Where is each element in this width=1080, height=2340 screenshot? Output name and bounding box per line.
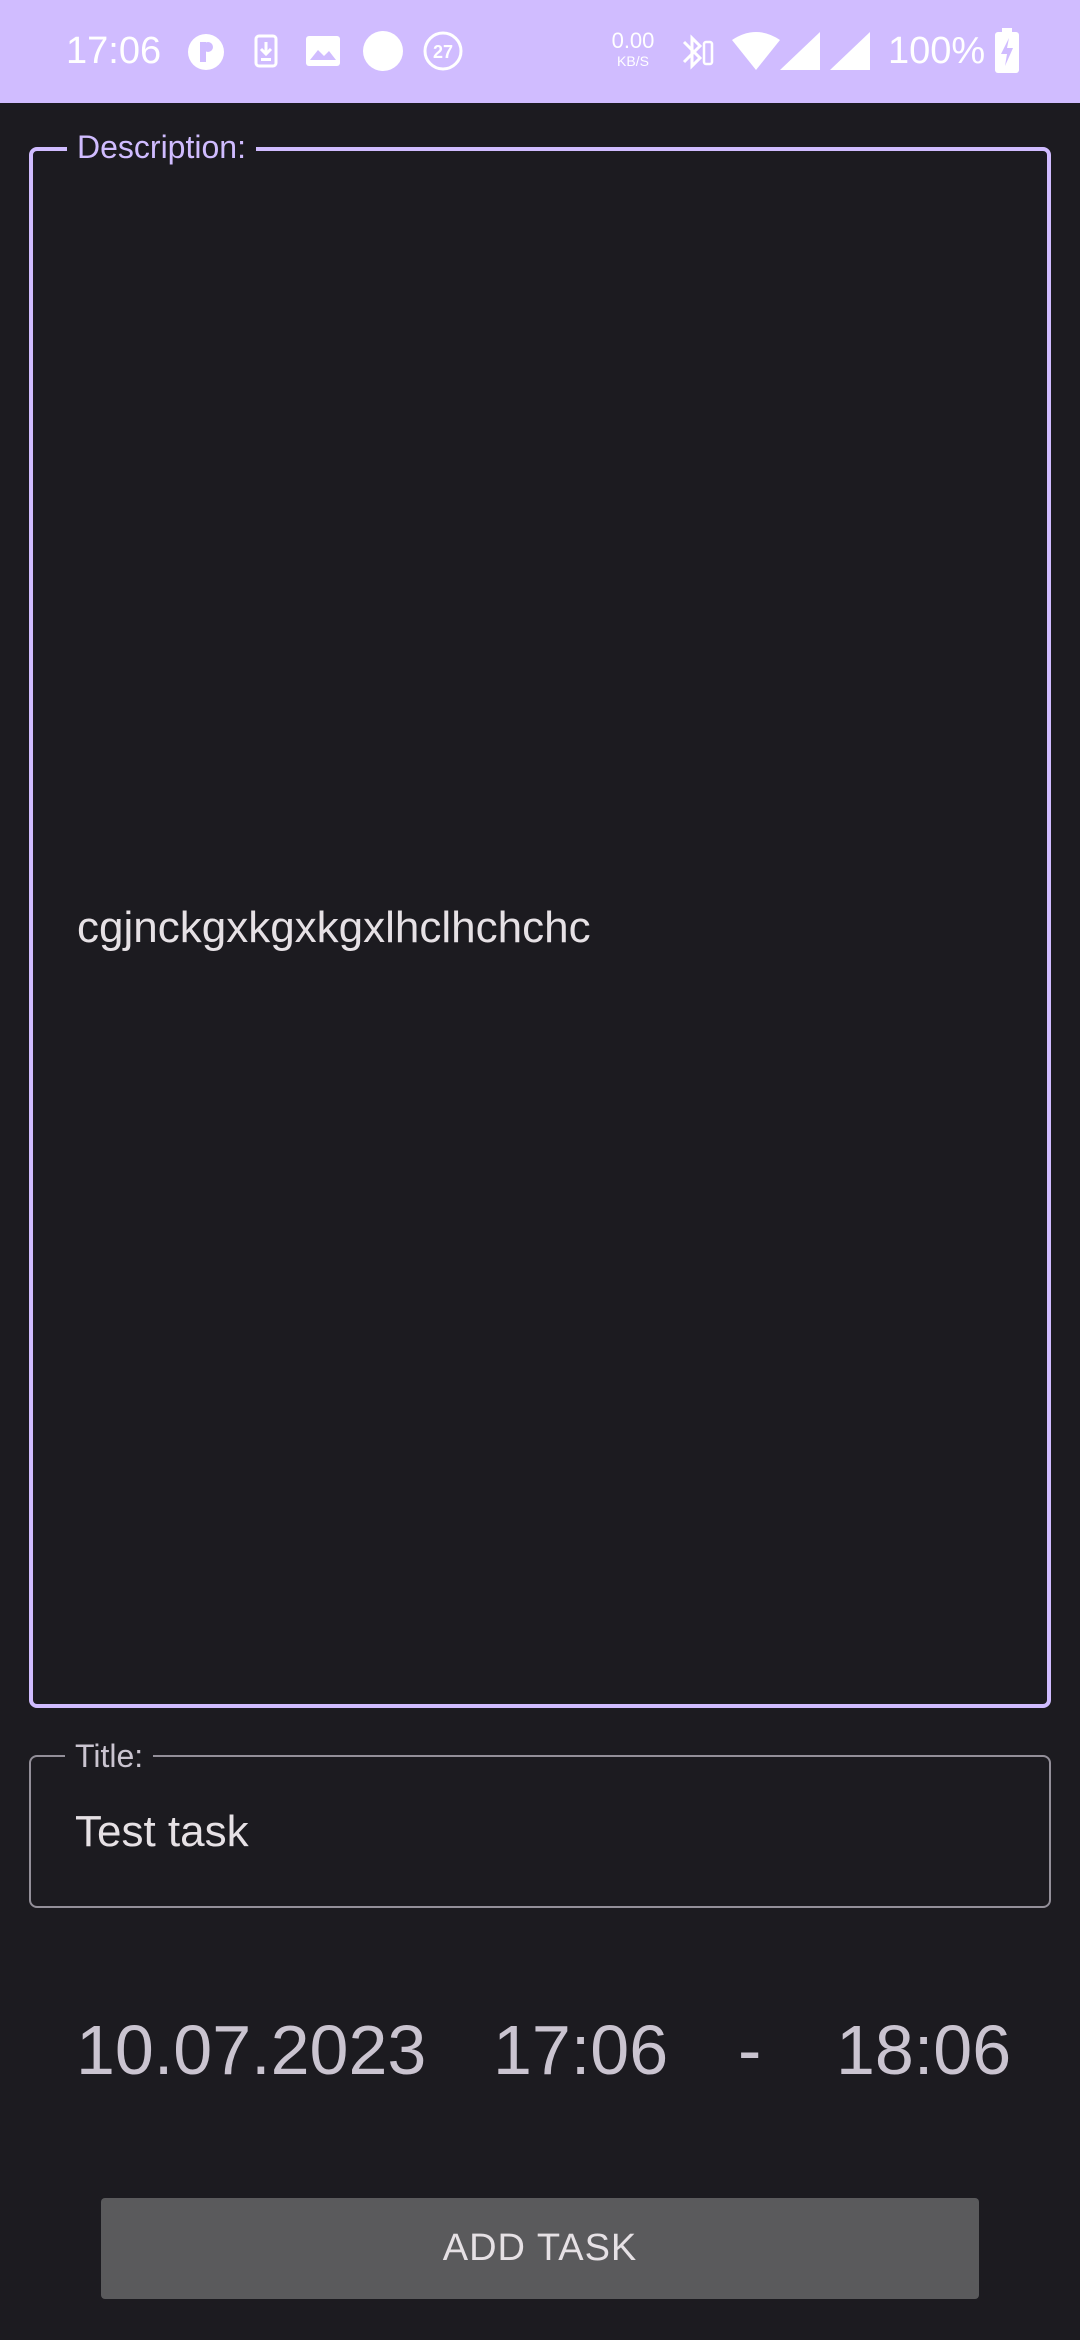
net-speed-unit: KB/S [617, 53, 649, 69]
image-icon [306, 36, 340, 66]
signal-icon [780, 32, 820, 70]
badge-27-text: 27 [433, 42, 453, 62]
battery-charging-icon [995, 28, 1019, 73]
bluetooth-battery-icon [682, 34, 714, 70]
add-task-button[interactable]: ADD TASK [101, 2198, 979, 2299]
status-time: 17:06 [66, 30, 162, 72]
wifi-icon [732, 32, 780, 70]
datetime-row: 10.07.2023 17:06 - 18:06 [0, 2005, 1080, 2095]
podcast-app-icon [188, 34, 224, 70]
description-label: Description: [67, 129, 256, 165]
description-value: cgjnckgxkgxkgxlhclhchchc [77, 903, 591, 952]
end-time-picker[interactable]: 18:06 [836, 2005, 1011, 2095]
battery-percent: 100% [888, 30, 986, 72]
status-bar: 17:06 27 0.00 KB/S 100% [0, 0, 1080, 103]
net-speed: 0.00 KB/S [608, 28, 658, 69]
download-icon [254, 34, 278, 68]
date-picker[interactable]: 10.07.2023 [76, 2005, 426, 2095]
signal-icon-2 [830, 32, 870, 70]
title-label: Title: [65, 1738, 154, 1774]
circle-icon [363, 31, 403, 71]
net-speed-value: 0.00 [611, 28, 655, 53]
title-field[interactable]: Title: Test task [29, 1738, 1051, 1908]
title-value: Test task [75, 1807, 249, 1856]
description-field[interactable]: Description: cgjnckgxkgxkgxlhclhchchc [29, 129, 1051, 1708]
badge-27-icon: 27 [423, 31, 463, 71]
time-separator: - [738, 2011, 762, 2089]
start-time-picker[interactable]: 17:06 [493, 2005, 668, 2095]
